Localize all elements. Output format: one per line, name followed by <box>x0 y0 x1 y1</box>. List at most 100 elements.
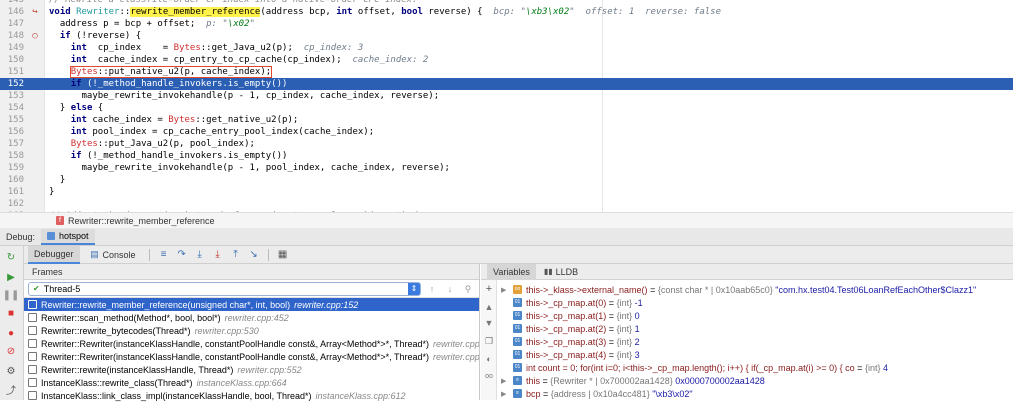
debug-side-toolbar: ↻ ▶ ❚❚ ■ ● ⊘ ⚙ ⤴ <box>0 246 24 400</box>
code-line[interactable]: 156 int pool_index = cp_cache_entry_pool… <box>0 126 1013 138</box>
line-number[interactable]: 161 <box>0 186 24 198</box>
variable-type-icon: 01 <box>513 350 522 359</box>
expand-arrow-icon[interactable]: ▶ <box>501 286 509 294</box>
line-number[interactable]: 151 <box>0 66 24 78</box>
view-icon[interactable]: ◐ <box>484 354 494 364</box>
stack-frame[interactable]: Rewriter::scan_method(Method*, bool, boo… <box>24 311 479 324</box>
move-down-icon[interactable]: ▼ <box>484 318 494 328</box>
tab-lldb[interactable]: ▮▮ LLDB <box>538 264 584 280</box>
code-line[interactable]: 154 } else { <box>0 102 1013 114</box>
code-line[interactable]: 148 ○ if (!reverse) { <box>0 30 1013 42</box>
stack-frame[interactable]: InstanceKlass::link_class_impl(instanceK… <box>24 389 479 402</box>
code-line[interactable]: 146 ↪ void Rewriter::rewrite_member_refere… <box>0 6 1013 18</box>
variable-name: this->_cp_map.at(1) <box>526 310 607 321</box>
line-number[interactable]: 160 <box>0 174 24 186</box>
code-editor[interactable]: 145// Rewrite a classfile-order CP index… <box>0 0 1013 212</box>
code-line[interactable]: 151 Bytes::put_native_u2(p, cache_index)… <box>0 66 1013 78</box>
force-step-into-icon[interactable]: ⤓ <box>211 248 225 262</box>
line-number[interactable]: 156 <box>0 126 24 138</box>
code-line[interactable]: 150 int cache_index = cp_entry_to_cp_cac… <box>0 54 1013 66</box>
variable-row[interactable]: 01 this->_cp_map.at(3) = {int} 2 <box>497 335 1013 348</box>
variable-row[interactable]: 01 this->_cp_map.at(2) = {int} 1 <box>497 322 1013 335</box>
session-tab-hotspot[interactable]: hotspot <box>41 228 95 245</box>
step-out-icon[interactable]: ⤒ <box>229 248 243 262</box>
line-number[interactable]: 148 <box>0 30 24 42</box>
line-number[interactable]: 150 <box>0 54 24 66</box>
rerun-icon[interactable]: ↻ <box>4 250 18 264</box>
code-line[interactable]: 160 } <box>0 174 1013 186</box>
filter-icon[interactable]: ⚲ <box>461 282 475 296</box>
variable-row[interactable]: 01 int count = 0; for(int i=0; i<this->_c… <box>497 361 1013 374</box>
expand-arrow-icon[interactable]: ▶ <box>501 377 509 385</box>
pause-icon[interactable]: ❚❚ <box>3 288 20 302</box>
code-line[interactable]: 147 address p = bcp + offset; p: "\x02" <box>0 18 1013 30</box>
variable-name: this->_cp_map.at(2) <box>526 323 607 334</box>
gutter-icon[interactable]: ↪ <box>29 6 41 18</box>
view-breakpoints-icon[interactable]: ● <box>4 326 18 340</box>
expand-arrow-icon[interactable]: ▶ <box>501 390 509 398</box>
run-to-cursor-icon[interactable]: ↘ <box>247 248 261 262</box>
show-types-icon[interactable]: oo <box>484 372 494 382</box>
line-number[interactable]: 146 <box>0 6 24 18</box>
line-number[interactable]: 155 <box>0 114 24 126</box>
stack-frame[interactable]: Rewriter::Rewriter(instanceKlassHandle, … <box>24 337 479 350</box>
evaluate-expression-icon[interactable]: ▦ <box>276 248 290 262</box>
tab-console[interactable]: ▤ Console <box>84 246 142 264</box>
variable-row[interactable]: ▶ ≡ bcp = {address | 0x10a4cc481} "\xb3\x0… <box>497 387 1013 400</box>
line-number[interactable]: 147 <box>0 18 24 30</box>
code-line[interactable]: 153 maybe_rewrite_invokehandle(p - 1, cp… <box>0 90 1013 102</box>
stack-frame[interactable]: Rewriter::rewrite_bytecodes(Thread*) rewr… <box>24 324 479 337</box>
line-number[interactable]: 153 <box>0 90 24 102</box>
code-line[interactable]: 149 int cp_index = Bytes::get_Java_u2(p)… <box>0 42 1013 54</box>
stack-frame[interactable]: InstanceKlass::rewrite_class(Thread*) ins… <box>24 376 479 389</box>
mute-breakpoints-icon[interactable]: ⊘ <box>4 344 18 358</box>
variable-type-icon: oo <box>513 285 522 294</box>
settings-icon[interactable]: ⚙ <box>4 364 18 378</box>
step-into-icon[interactable]: ⤓ <box>193 248 207 262</box>
code-line[interactable]: 152 if (!_method_handle_invokers.is_empt… <box>0 78 1013 90</box>
stack-frame[interactable]: Rewriter::rewrite(instanceKlassHandle, T… <box>24 363 479 376</box>
line-number[interactable]: 149 <box>0 42 24 54</box>
variable-row[interactable]: 01 this->_cp_map.at(0) = {int} -1 <box>497 296 1013 309</box>
variable-row[interactable]: ▶ ≡ this = {Rewriter * | 0x700002aa1428} 0… <box>497 374 1013 387</box>
variable-type: {Rewriter * | 0x700002aa1428} <box>550 375 673 386</box>
code-line[interactable]: 157 Bytes::put_Java_u2(p, pool_index); <box>0 138 1013 150</box>
variable-row[interactable]: 01 this->_cp_map.at(4) = {int} 3 <box>497 348 1013 361</box>
frame-location: rewriter.cpp:152 <box>294 299 359 310</box>
chevron-down-icon: ⇕ <box>408 282 420 295</box>
copy-icon[interactable]: ❐ <box>484 336 494 346</box>
stop-icon[interactable]: ■ <box>4 306 18 320</box>
tab-debugger[interactable]: Debugger <box>28 245 80 264</box>
code-line[interactable]: 162 <box>0 198 1013 210</box>
line-number[interactable]: 158 <box>0 150 24 162</box>
show-execution-point-icon[interactable]: ≡ <box>157 248 171 262</box>
code-line[interactable]: 159 maybe_rewrite_invokehandle(p - 1, po… <box>0 162 1013 174</box>
stack-frame[interactable]: Rewriter::rewrite_member_reference(unsig… <box>24 298 479 311</box>
stack-frame[interactable]: Rewriter::Rewriter(instanceKlassHandle, … <box>24 350 479 363</box>
breadcrumb-label[interactable]: Rewriter::rewrite_member_reference <box>68 216 215 226</box>
tab-variables[interactable]: Variables <box>487 263 536 280</box>
line-number[interactable]: 152 <box>0 78 24 90</box>
variable-row[interactable]: 01 this->_cp_map.at(1) = {int} 0 <box>497 309 1013 322</box>
line-number[interactable]: 159 <box>0 162 24 174</box>
step-over-icon[interactable]: ↷ <box>175 248 189 262</box>
thread-select[interactable]: ✔ Thread-5 ⇕ <box>28 281 421 296</box>
previous-frame-icon[interactable]: ↑ <box>425 282 439 296</box>
code-line[interactable]: 161} <box>0 186 1013 198</box>
breadcrumb[interactable]: f Rewriter::rewrite_member_reference <box>0 212 1013 228</box>
line-number[interactable]: 154 <box>0 102 24 114</box>
line-number[interactable]: 157 <box>0 138 24 150</box>
code-line[interactable]: 155 int cache_index = Bytes::get_native_… <box>0 114 1013 126</box>
pin-icon[interactable]: ⤴ <box>4 382 18 397</box>
variable-text: this->_cp_map.at(3) = {int} 2 <box>526 337 640 347</box>
move-up-icon[interactable]: ▲ <box>484 302 494 312</box>
gutter-icon[interactable]: ○ <box>29 30 41 42</box>
variables-side-toolbar: + ▲ ▼ ❐ ◐ oo <box>481 280 497 400</box>
add-watch-icon[interactable]: + <box>484 284 494 295</box>
variable-value: "\xb3\x02" <box>649 388 693 399</box>
line-number[interactable]: 162 <box>0 198 24 210</box>
code-line[interactable]: 158 if (!_method_handle_invokers.is_empt… <box>0 150 1013 162</box>
resume-icon[interactable]: ▶ <box>4 270 18 284</box>
variable-row[interactable]: ▶ oo this->_klass->external_name() = {cons… <box>497 283 1013 296</box>
next-frame-icon[interactable]: ↓ <box>443 282 457 296</box>
